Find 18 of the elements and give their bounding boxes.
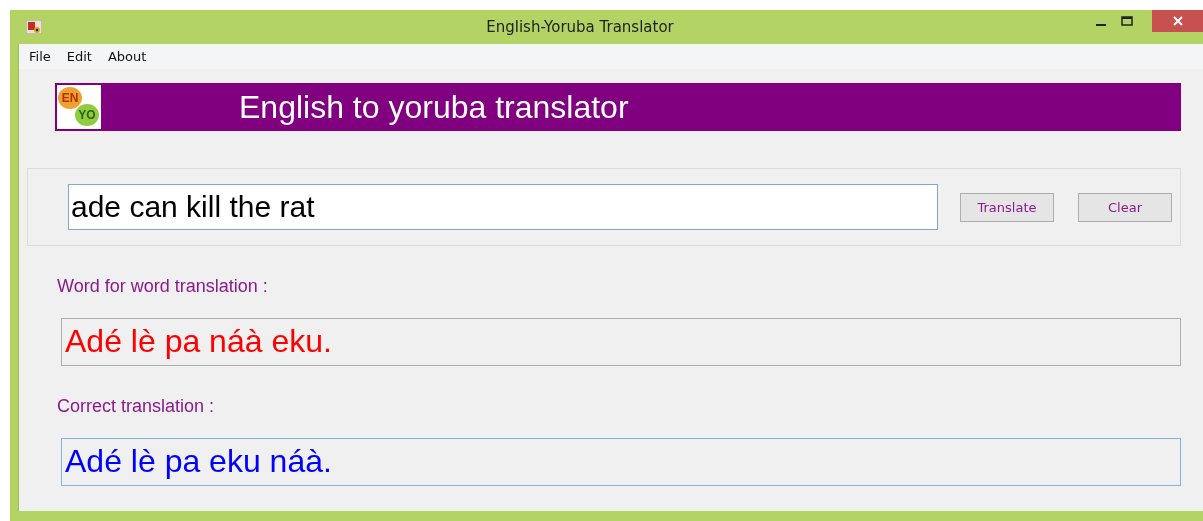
maximize-icon [1121, 16, 1133, 26]
output-field[interactable]: Adé lè pa náà eku. [61, 318, 1181, 366]
window-title: English-Yoruba Translator [485, 18, 675, 36]
output-field[interactable]: Adé lè pa eku náà. [61, 438, 1181, 486]
close-button[interactable] [1152, 10, 1203, 32]
menu-item[interactable]: File [29, 49, 51, 64]
banner-title: English to yoruba translator [239, 88, 629, 126]
action-button[interactable]: Translate [960, 192, 1054, 222]
output-label: Word for word translation : [57, 276, 269, 297]
logo-icon: EN YO [57, 85, 101, 129]
menu-item[interactable]: About [107, 49, 147, 64]
action-button[interactable]: Clear [1078, 192, 1172, 222]
close-icon [1171, 16, 1184, 26]
app-icon [26, 20, 42, 34]
minimize-icon [1096, 24, 1106, 26]
menu-item[interactable]: Edit [66, 49, 92, 64]
output-label: Correct translation : [57, 396, 216, 417]
input-field[interactable]: ade can kill the rat [68, 184, 938, 230]
